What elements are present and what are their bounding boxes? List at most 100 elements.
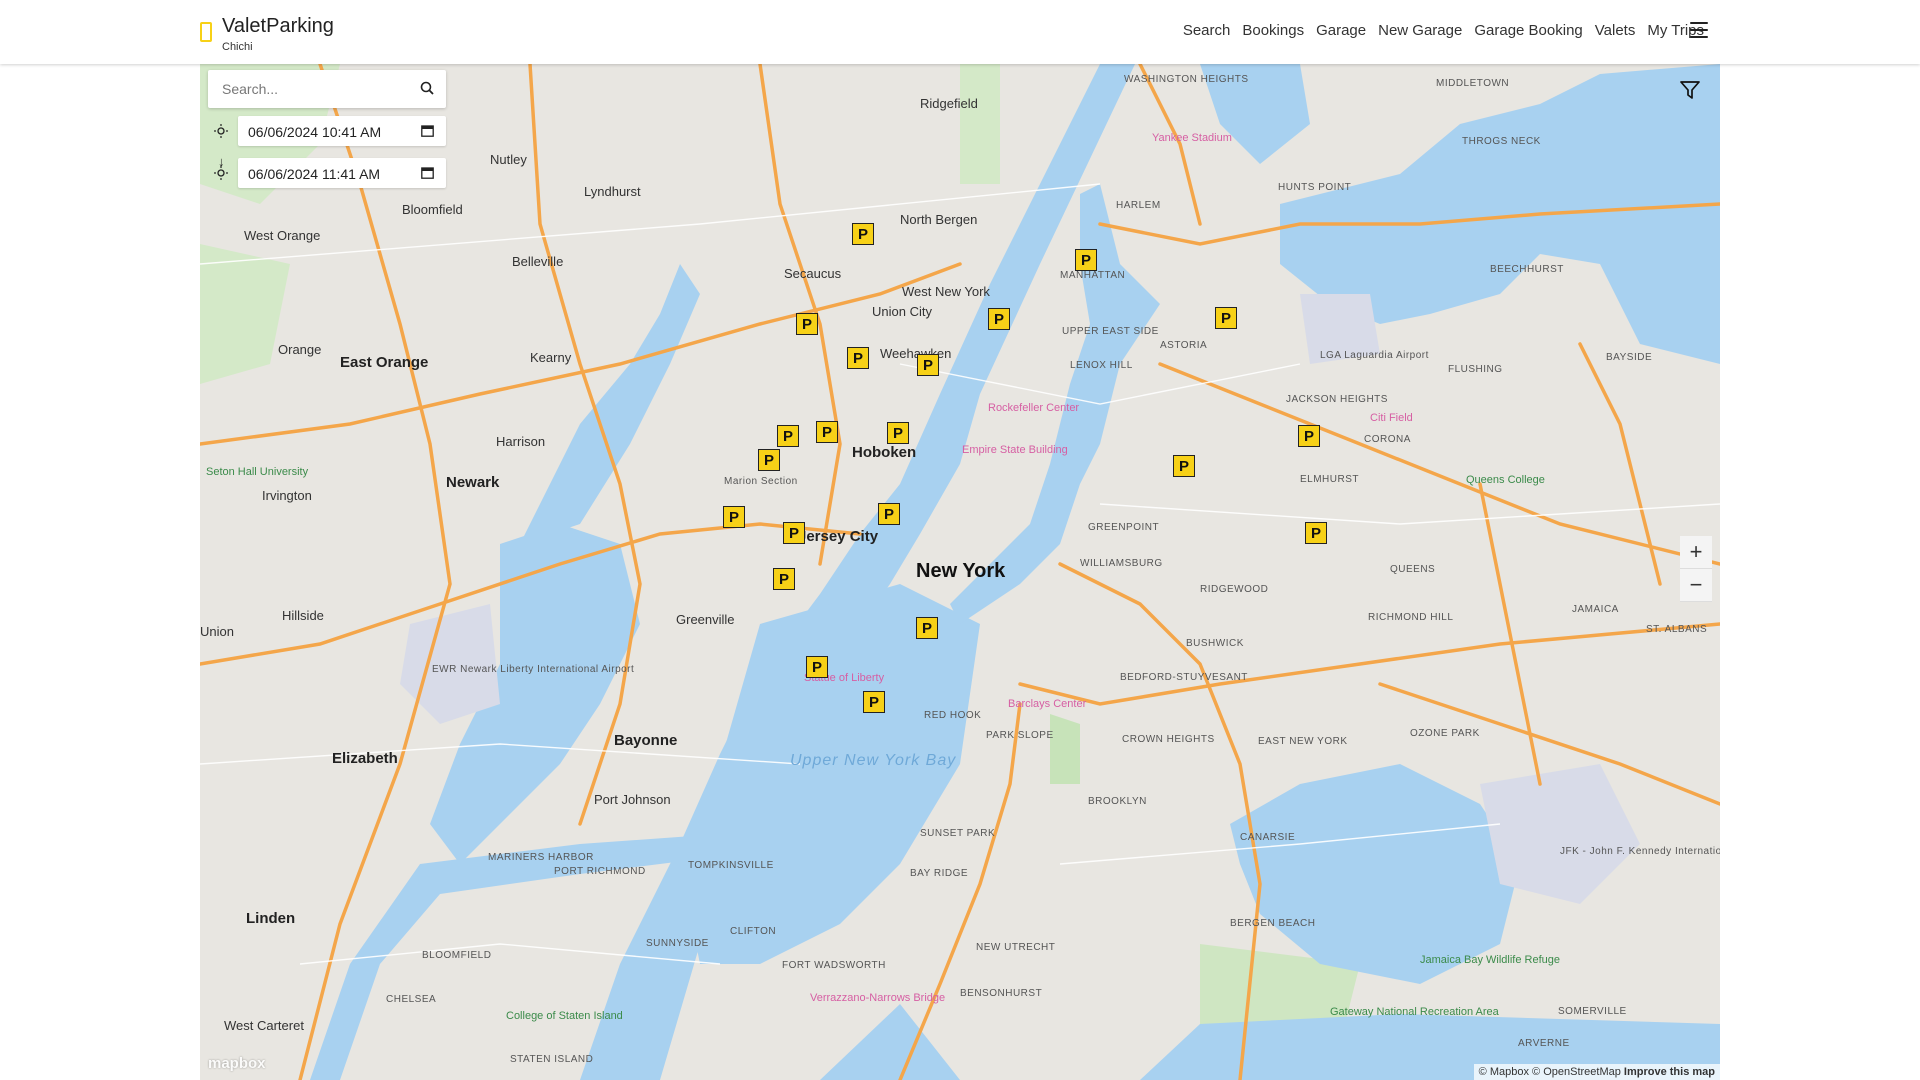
parking-pin-icon[interactable]: P <box>863 691 885 713</box>
brand-title[interactable]: ValetParking <box>222 14 334 38</box>
nav-valets[interactable]: Valets <box>1595 22 1636 39</box>
nav-bookings[interactable]: Bookings <box>1242 22 1304 39</box>
map-canvas[interactable]: Ridgefield Nutley Lyndhurst Bloomfield West … <box>200 64 1720 1080</box>
map-place-label: ST. ALBANS <box>1646 624 1708 635</box>
map-place-label: LENOX HILL <box>1070 360 1133 371</box>
parking-pin-icon[interactable]: P <box>852 223 874 245</box>
parking-pin-icon[interactable]: P <box>806 656 828 678</box>
search-icon[interactable] <box>420 81 434 95</box>
search-input[interactable] <box>220 80 414 98</box>
map-place-label: SUNSET PARK <box>920 828 996 839</box>
map-place-label: Empire State Building <box>962 444 1068 456</box>
map-place-label: NEW UTRECHT <box>976 942 1056 953</box>
search-box <box>208 70 446 108</box>
parking-pin-icon[interactable]: P <box>988 308 1010 330</box>
map-attribution: © Mapbox © OpenStreetMap Improve this ma… <box>1473 1064 1720 1080</box>
map-place-label: FLUSHING <box>1448 364 1503 375</box>
map-place-label: BUSHWICK <box>1186 638 1244 649</box>
end-datetime-input[interactable]: 06/06/2024 11:41 AM <box>238 158 446 188</box>
map-place-label: CHELSEA <box>386 994 437 1005</box>
map-place-label: WASHINGTON HEIGHTS <box>1124 74 1249 85</box>
sun-icon <box>214 124 228 138</box>
map-place-label: LGA Laguardia Airport <box>1320 350 1429 361</box>
parking-pin-icon[interactable]: P <box>773 568 795 590</box>
parking-pin-icon[interactable]: P <box>847 347 869 369</box>
filter-icon[interactable] <box>1680 80 1700 100</box>
nav-garage[interactable]: Garage <box>1316 22 1366 39</box>
map-place-label: Hoboken <box>852 444 917 461</box>
map-place-label: UPPER EAST SIDE <box>1062 326 1159 337</box>
map-place-label: Jamaica Bay Wildlife Refuge <box>1420 954 1561 966</box>
map-place-label: MARINERS HARBOR <box>488 852 594 863</box>
map-place-label: Hillside <box>282 608 324 623</box>
parking-pin-icon[interactable]: P <box>723 506 745 528</box>
attribution-osm[interactable]: © OpenStreetMap <box>1532 1066 1621 1078</box>
map-place-label: ELMHURST <box>1300 474 1360 485</box>
parking-pin-icon[interactable]: P <box>887 422 909 444</box>
parking-pin-icon[interactable]: P <box>878 503 900 525</box>
map-place-label: JACKSON HEIGHTS <box>1286 394 1388 405</box>
menu-hamburger-icon[interactable] <box>1690 22 1708 38</box>
map-place-label: CANARSIE <box>1240 832 1296 843</box>
map-place-label: BERGEN BEACH <box>1230 918 1316 929</box>
map-place-label: MANHATTAN <box>1060 270 1126 281</box>
map-place-label: HARLEM <box>1116 200 1161 211</box>
map-place-label: East Orange <box>340 354 429 371</box>
nav-search[interactable]: Search <box>1183 22 1231 39</box>
end-datetime-row: 06/06/2024 11:41 AM <box>208 154 446 192</box>
map-place-label: Yankee Stadium <box>1152 132 1232 144</box>
parking-pin-icon[interactable]: P <box>916 617 938 639</box>
parking-pin-icon[interactable]: P <box>1298 425 1320 447</box>
parking-pin-icon[interactable]: P <box>783 522 805 544</box>
map-place-label: ARVERNE <box>1518 1038 1570 1049</box>
map-place-label: Weehawken <box>880 346 952 361</box>
map-place-label: Ridgefield <box>920 96 978 111</box>
map-place-label: Union <box>200 624 234 639</box>
map-place-label: Bayonne <box>614 732 678 749</box>
zoom-in-button[interactable]: + <box>1680 536 1712 569</box>
map-place-label: HUNTS POINT <box>1278 182 1352 193</box>
parking-pin-icon[interactable]: P <box>1075 249 1097 271</box>
map-place-label: OZONE PARK <box>1410 728 1480 739</box>
zoom-out-button[interactable]: − <box>1680 569 1712 602</box>
start-datetime-input[interactable]: 06/06/2024 10:41 AM <box>238 116 446 146</box>
brand[interactable]: ValetParking Chichi <box>200 14 334 54</box>
map-place-label: CLIFTON <box>730 926 777 937</box>
map-place-label: Newark <box>446 474 500 491</box>
parking-pin-icon[interactable]: P <box>1215 307 1237 329</box>
map-place-label: WILLIAMSBURG <box>1080 558 1163 569</box>
map-place-label: RED HOOK <box>924 710 982 721</box>
parking-pin-icon[interactable]: P <box>917 354 939 376</box>
map-place-label: JFK - John F. Kennedy International Airp… <box>1560 846 1720 857</box>
map-place-label: SOMERVILLE <box>1558 1006 1627 1017</box>
nav-garage-booking[interactable]: Garage Booking <box>1474 22 1582 39</box>
parking-pin-icon[interactable]: P <box>1173 455 1195 477</box>
brand-logo-icon <box>200 22 212 42</box>
map-place-label: Belleville <box>512 254 564 269</box>
zoom-control: + − <box>1680 536 1712 602</box>
map-place-label: ASTORIA <box>1160 340 1208 351</box>
sun-icon <box>214 166 228 180</box>
map-place-label: Union City <box>872 304 932 319</box>
calendar-icon[interactable] <box>421 166 434 179</box>
parking-pin-icon[interactable]: P <box>777 425 799 447</box>
mapbox-logo[interactable]: mapbox <box>208 1055 266 1072</box>
map-place-label: CORONA <box>1364 434 1411 445</box>
brand-subtitle: Chichi <box>222 41 253 53</box>
map-place-label: TOMPKINSVILLE <box>688 860 774 871</box>
attribution-mapbox[interactable]: © Mapbox <box>1479 1066 1529 1078</box>
map-place-label: BEDFORD-STUYVESANT <box>1120 672 1248 683</box>
parking-pin-icon[interactable]: P <box>796 313 818 335</box>
map-place-label: BAY RIDGE <box>910 868 969 879</box>
parking-pin-icon[interactable]: P <box>816 421 838 443</box>
map-place-label: Bloomfield <box>402 202 463 217</box>
calendar-icon[interactable] <box>421 124 434 137</box>
improve-map-link[interactable]: Improve this map <box>1624 1066 1715 1078</box>
parking-pin-icon[interactable]: P <box>1305 522 1327 544</box>
map-place-label: Seton Hall University <box>206 466 309 478</box>
map-place-label: EAST NEW YORK <box>1258 736 1348 747</box>
nav-new-garage[interactable]: New Garage <box>1378 22 1462 39</box>
map-place-label: PARK SLOPE <box>986 730 1054 741</box>
parking-pin-icon[interactable]: P <box>758 449 780 471</box>
map-place-label: Irvington <box>262 488 312 503</box>
